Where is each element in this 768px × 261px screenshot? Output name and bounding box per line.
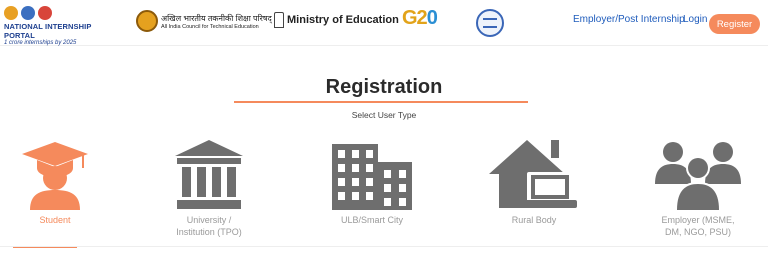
aicte-hindi-name: अखिल भारतीय तकनीकी शिक्षा परिषद् bbox=[161, 13, 272, 23]
national-internship-portal-logo[interactable]: NATIONAL INTERNSHIP PORTAL 1 crore inter… bbox=[4, 6, 116, 46]
user-type-label: Employer (MSME, DM, NGO, PSU) bbox=[661, 214, 734, 238]
group-users-icon bbox=[653, 138, 743, 210]
student-graduate-icon bbox=[10, 138, 100, 210]
label-line-1: ULB/Smart City bbox=[340, 215, 403, 225]
ministry-name: Ministry of Education bbox=[287, 14, 399, 26]
user-type-employer[interactable]: Employer (MSME, DM, NGO, PSU) bbox=[633, 138, 763, 258]
user-type-label: Student bbox=[39, 214, 70, 226]
user-type-label: University / Institution (TPO) bbox=[176, 214, 242, 238]
seal-icon bbox=[483, 18, 497, 28]
house-laptop-icon bbox=[489, 138, 579, 210]
portal-emblems bbox=[4, 6, 52, 20]
g20-logo: G20 bbox=[402, 7, 438, 38]
login-link[interactable]: Login bbox=[683, 14, 707, 25]
top-header: NATIONAL INTERNSHIP PORTAL 1 crore inter… bbox=[0, 0, 768, 46]
city-buildings-icon bbox=[327, 138, 417, 210]
national-emblem-icon bbox=[274, 12, 284, 28]
user-type-label: Rural Body bbox=[512, 214, 557, 226]
page-title: Registration bbox=[325, 76, 443, 98]
user-type-student[interactable]: Student bbox=[0, 138, 120, 258]
aicte-seal-icon bbox=[136, 10, 158, 32]
label-line-1: University / bbox=[186, 215, 232, 225]
label-line-1: Employer (MSME, bbox=[661, 215, 735, 225]
title-underline bbox=[234, 101, 528, 103]
page-subtitle: Select User Type bbox=[351, 110, 417, 120]
employer-post-internship-link[interactable]: Employer/Post Internship bbox=[573, 14, 685, 25]
section-divider bbox=[0, 246, 768, 247]
label-line-2: Institution (TPO) bbox=[176, 227, 242, 237]
user-type-rural-body[interactable]: Rural Body bbox=[469, 138, 599, 258]
aicte-logo: अखिल भारतीय तकनीकी शिक्षा परिषद् All Ind… bbox=[136, 10, 272, 32]
g20-globe-zero: 0 bbox=[426, 7, 438, 29]
label-line-2: DM, NGO, PSU) bbox=[664, 227, 731, 237]
ministry-of-education-logo: Ministry of Education bbox=[274, 10, 399, 30]
user-type-selector: Student University / Institution (TPO) U… bbox=[0, 138, 768, 261]
partner-seal-logo bbox=[476, 9, 504, 37]
label-line-1: Rural Body bbox=[511, 215, 557, 225]
portal-name: NATIONAL INTERNSHIP PORTAL bbox=[4, 22, 92, 40]
label-line-1: Student bbox=[39, 215, 71, 225]
user-type-university[interactable]: University / Institution (TPO) bbox=[144, 138, 274, 258]
register-button[interactable]: Register bbox=[709, 14, 760, 34]
user-type-ulb-smart-city[interactable]: ULB/Smart City bbox=[307, 138, 437, 258]
university-building-icon bbox=[164, 138, 254, 210]
g20-text: G2 bbox=[402, 7, 428, 29]
aicte-english-name: All India Council for Technical Educatio… bbox=[161, 23, 259, 30]
user-type-label: ULB/Smart City bbox=[341, 214, 403, 226]
portal-tagline: 1 crore internships by 2025 bbox=[4, 40, 77, 46]
